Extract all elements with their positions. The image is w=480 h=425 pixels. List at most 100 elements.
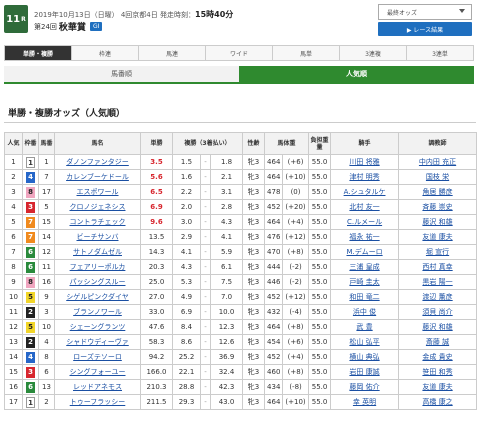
- waku-cell: 8: [22, 274, 39, 290]
- horse-name-link[interactable]: トゥーフラッシー: [70, 398, 126, 406]
- place-high-cell: 12.3: [209, 319, 244, 335]
- body-weight-cell: 432: [264, 304, 284, 320]
- trainer-link[interactable]: 角居 勝彦: [422, 188, 452, 196]
- jockey-link[interactable]: M.デムーロ: [346, 248, 382, 256]
- load-weight-cell: 55.0: [308, 244, 332, 260]
- horse-name-link[interactable]: ブランノワール: [73, 308, 122, 316]
- tab-wide[interactable]: ワイド: [206, 45, 273, 61]
- trainer-cell: 藤沢 和雄: [398, 214, 478, 230]
- horse-name-link[interactable]: シングフォーユー: [70, 368, 126, 376]
- trainer-link[interactable]: 友道 康夫: [422, 233, 452, 241]
- horse-name-link[interactable]: コントラチェック: [70, 218, 126, 226]
- trainer-link[interactable]: 藤沢 和雄: [422, 218, 452, 226]
- jockey-link[interactable]: 松山 弘平: [349, 338, 379, 346]
- jockey-link[interactable]: 戸崎 圭太: [349, 278, 379, 286]
- jockey-cell: A.シュタルケ: [330, 184, 400, 200]
- load-weight-cell: 55.0: [308, 289, 332, 305]
- win-odds-cell: 20.3: [140, 259, 173, 275]
- horse-name-link[interactable]: シェーングランツ: [70, 323, 126, 331]
- place-low-cell: 2.2: [172, 184, 201, 200]
- trainer-link[interactable]: 斉藤 崇史: [422, 203, 452, 211]
- jockey-link[interactable]: 藤岡 佑介: [349, 383, 379, 391]
- tab-bracket-quinella[interactable]: 枠連: [72, 45, 139, 61]
- odds-type-select[interactable]: 最終オッズ: [378, 4, 472, 20]
- trainer-link[interactable]: 斎藤 誠: [426, 338, 449, 346]
- trainer-link[interactable]: 藤沢 和雄: [422, 323, 452, 331]
- col-header-body-weight: 馬体重: [264, 132, 310, 155]
- jockey-link[interactable]: 浜中 俊: [353, 308, 376, 316]
- place-high-cell: 2.8: [209, 199, 244, 215]
- table-row: 12 5 10 シェーングランツ 47.6 8.4-12.3 牝3 464 (+8) 55.0 武 …: [4, 319, 478, 335]
- tab-sort-popularity[interactable]: 人気順: [239, 66, 474, 82]
- body-weight-cell: 470: [264, 244, 284, 260]
- weight-diff-cell: (+8): [282, 319, 310, 335]
- trainer-cell: 西村 真幸: [398, 259, 478, 275]
- win-odds-cell: 6.9: [140, 199, 173, 215]
- jockey-link[interactable]: 岩田 康誠: [349, 368, 379, 376]
- trainer-link[interactable]: 堀 宣行: [426, 248, 449, 256]
- win-odds-cell: 33.0: [140, 304, 173, 320]
- sex-age-cell: 牝3: [242, 394, 266, 410]
- horse-name-link[interactable]: レッドアネモス: [73, 383, 122, 391]
- horse-name-link[interactable]: シャドウディーヴァ: [66, 338, 129, 346]
- trainer-link[interactable]: 高橋 康之: [422, 398, 452, 406]
- jockey-link[interactable]: 武 豊: [356, 323, 372, 331]
- horse-name-link[interactable]: ビーチサンバ: [77, 233, 119, 241]
- jockey-link[interactable]: 津村 明秀: [349, 173, 379, 181]
- col-header-jockey: 騎手: [330, 132, 400, 155]
- tab-sort-horse-number[interactable]: 馬番順: [4, 66, 239, 82]
- jockey-link[interactable]: C.ルメール: [347, 218, 382, 226]
- tab-win-place[interactable]: 単勝・複勝: [4, 45, 72, 61]
- horse-name-cell: カレンブーケドール: [54, 169, 141, 185]
- horse-name-link[interactable]: エスポワール: [77, 188, 119, 196]
- win-odds-cell: 94.2: [140, 349, 173, 365]
- jockey-link[interactable]: 三浦 皇成: [349, 263, 379, 271]
- jockey-link[interactable]: 北村 友一: [349, 203, 379, 211]
- odds-type-select-label: 最終オッズ: [387, 9, 418, 17]
- place-separator: -: [200, 274, 211, 290]
- horse-name-link[interactable]: カレンブーケドール: [66, 173, 129, 181]
- trainer-link[interactable]: 友道 康夫: [422, 383, 452, 391]
- race-number: 11: [6, 13, 21, 25]
- trainer-link[interactable]: 黒岩 陽一: [422, 278, 452, 286]
- place-high-cell: 3.1: [209, 184, 244, 200]
- trainer-link[interactable]: 須貝 尚介: [422, 308, 452, 316]
- jockey-link[interactable]: 和田 竜二: [349, 293, 379, 301]
- horse-name-link[interactable]: クロノジェネシス: [70, 203, 126, 211]
- sex-age-cell: 牝3: [242, 244, 266, 260]
- tab-exacta[interactable]: 馬単: [273, 45, 340, 61]
- place-separator: -: [200, 229, 211, 245]
- trainer-link[interactable]: 西村 真幸: [422, 263, 452, 271]
- bet-type-tabs: 単勝・複勝 枠連 馬連 ワイド 馬単 3連複 3連単: [4, 45, 474, 61]
- horse-name-link[interactable]: サトノダムゼル: [73, 248, 122, 256]
- trainer-link[interactable]: 渡辺 薫彦: [422, 293, 452, 301]
- horse-name-link[interactable]: ローズテソーロ: [73, 353, 122, 361]
- race-result-button[interactable]: ▶ レース結果: [378, 22, 472, 36]
- horse-number-cell: 13: [38, 379, 55, 395]
- place-low-cell: 2.0: [172, 199, 201, 215]
- body-weight-cell: 434: [264, 379, 284, 395]
- popularity-cell: 13: [4, 334, 23, 350]
- tab-trio[interactable]: 3連複: [340, 45, 407, 61]
- horse-name-link[interactable]: ダノンファンタジー: [66, 158, 129, 166]
- table-header-row: 人気 枠番 馬番 馬名 単勝 複勝（3着払い） 性齢 馬体重 負担重量 騎手 調…: [4, 132, 478, 155]
- win-odds-cell: 13.5: [140, 229, 173, 245]
- jockey-link[interactable]: A.シュタルケ: [344, 188, 386, 196]
- trainer-link[interactable]: 金成 貴史: [422, 353, 452, 361]
- trainer-link[interactable]: 国枝 栄: [426, 173, 449, 181]
- tab-quinella[interactable]: 馬連: [139, 45, 206, 61]
- horse-name-link[interactable]: パッシングスルー: [70, 278, 126, 286]
- load-weight-cell: 55.0: [308, 199, 332, 215]
- sex-age-cell: 牝3: [242, 334, 266, 350]
- trainer-link[interactable]: 中内田 充正: [419, 158, 456, 166]
- jockey-link[interactable]: 川田 将雅: [349, 158, 379, 166]
- horse-name-link[interactable]: シゲルピンクダイヤ: [66, 293, 129, 301]
- tab-trifecta[interactable]: 3連単: [407, 45, 474, 61]
- trainer-link[interactable]: 笹田 和秀: [422, 368, 452, 376]
- jockey-link[interactable]: 幸 英明: [353, 398, 376, 406]
- sex-age-cell: 牝3: [242, 154, 266, 170]
- jockey-link[interactable]: 横山 典弘: [349, 353, 379, 361]
- popularity-cell: 5: [4, 214, 23, 230]
- horse-name-link[interactable]: フェアリーポルカ: [70, 263, 126, 271]
- jockey-link[interactable]: 福永 祐一: [349, 233, 379, 241]
